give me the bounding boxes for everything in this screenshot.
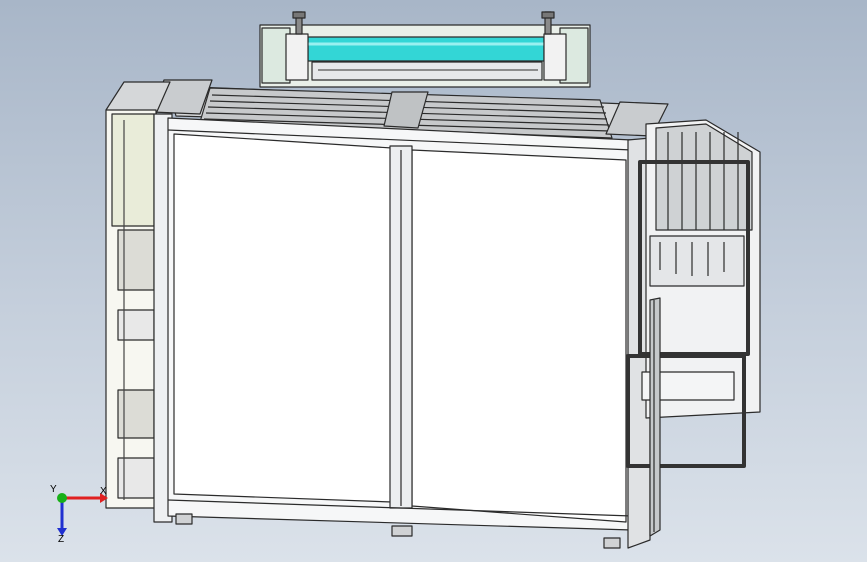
right-door-panel	[411, 149, 627, 523]
machine-model[interactable]	[0, 0, 867, 562]
left-door-panel	[173, 133, 393, 503]
top-roller-assembly	[259, 11, 591, 88]
y-axis-dot	[57, 493, 67, 503]
cad-viewport[interactable]: X Y Z	[0, 0, 867, 562]
x-axis-label: X	[100, 486, 107, 497]
main-front-frame	[167, 117, 633, 549]
z-axis-label: Z	[58, 534, 64, 544]
left-side-panel	[105, 81, 173, 523]
y-axis-label: Y	[50, 484, 57, 495]
coordinate-triad: X Y Z	[50, 484, 108, 544]
roller-cylinder	[307, 36, 545, 62]
right-chute-assembly	[626, 119, 761, 549]
